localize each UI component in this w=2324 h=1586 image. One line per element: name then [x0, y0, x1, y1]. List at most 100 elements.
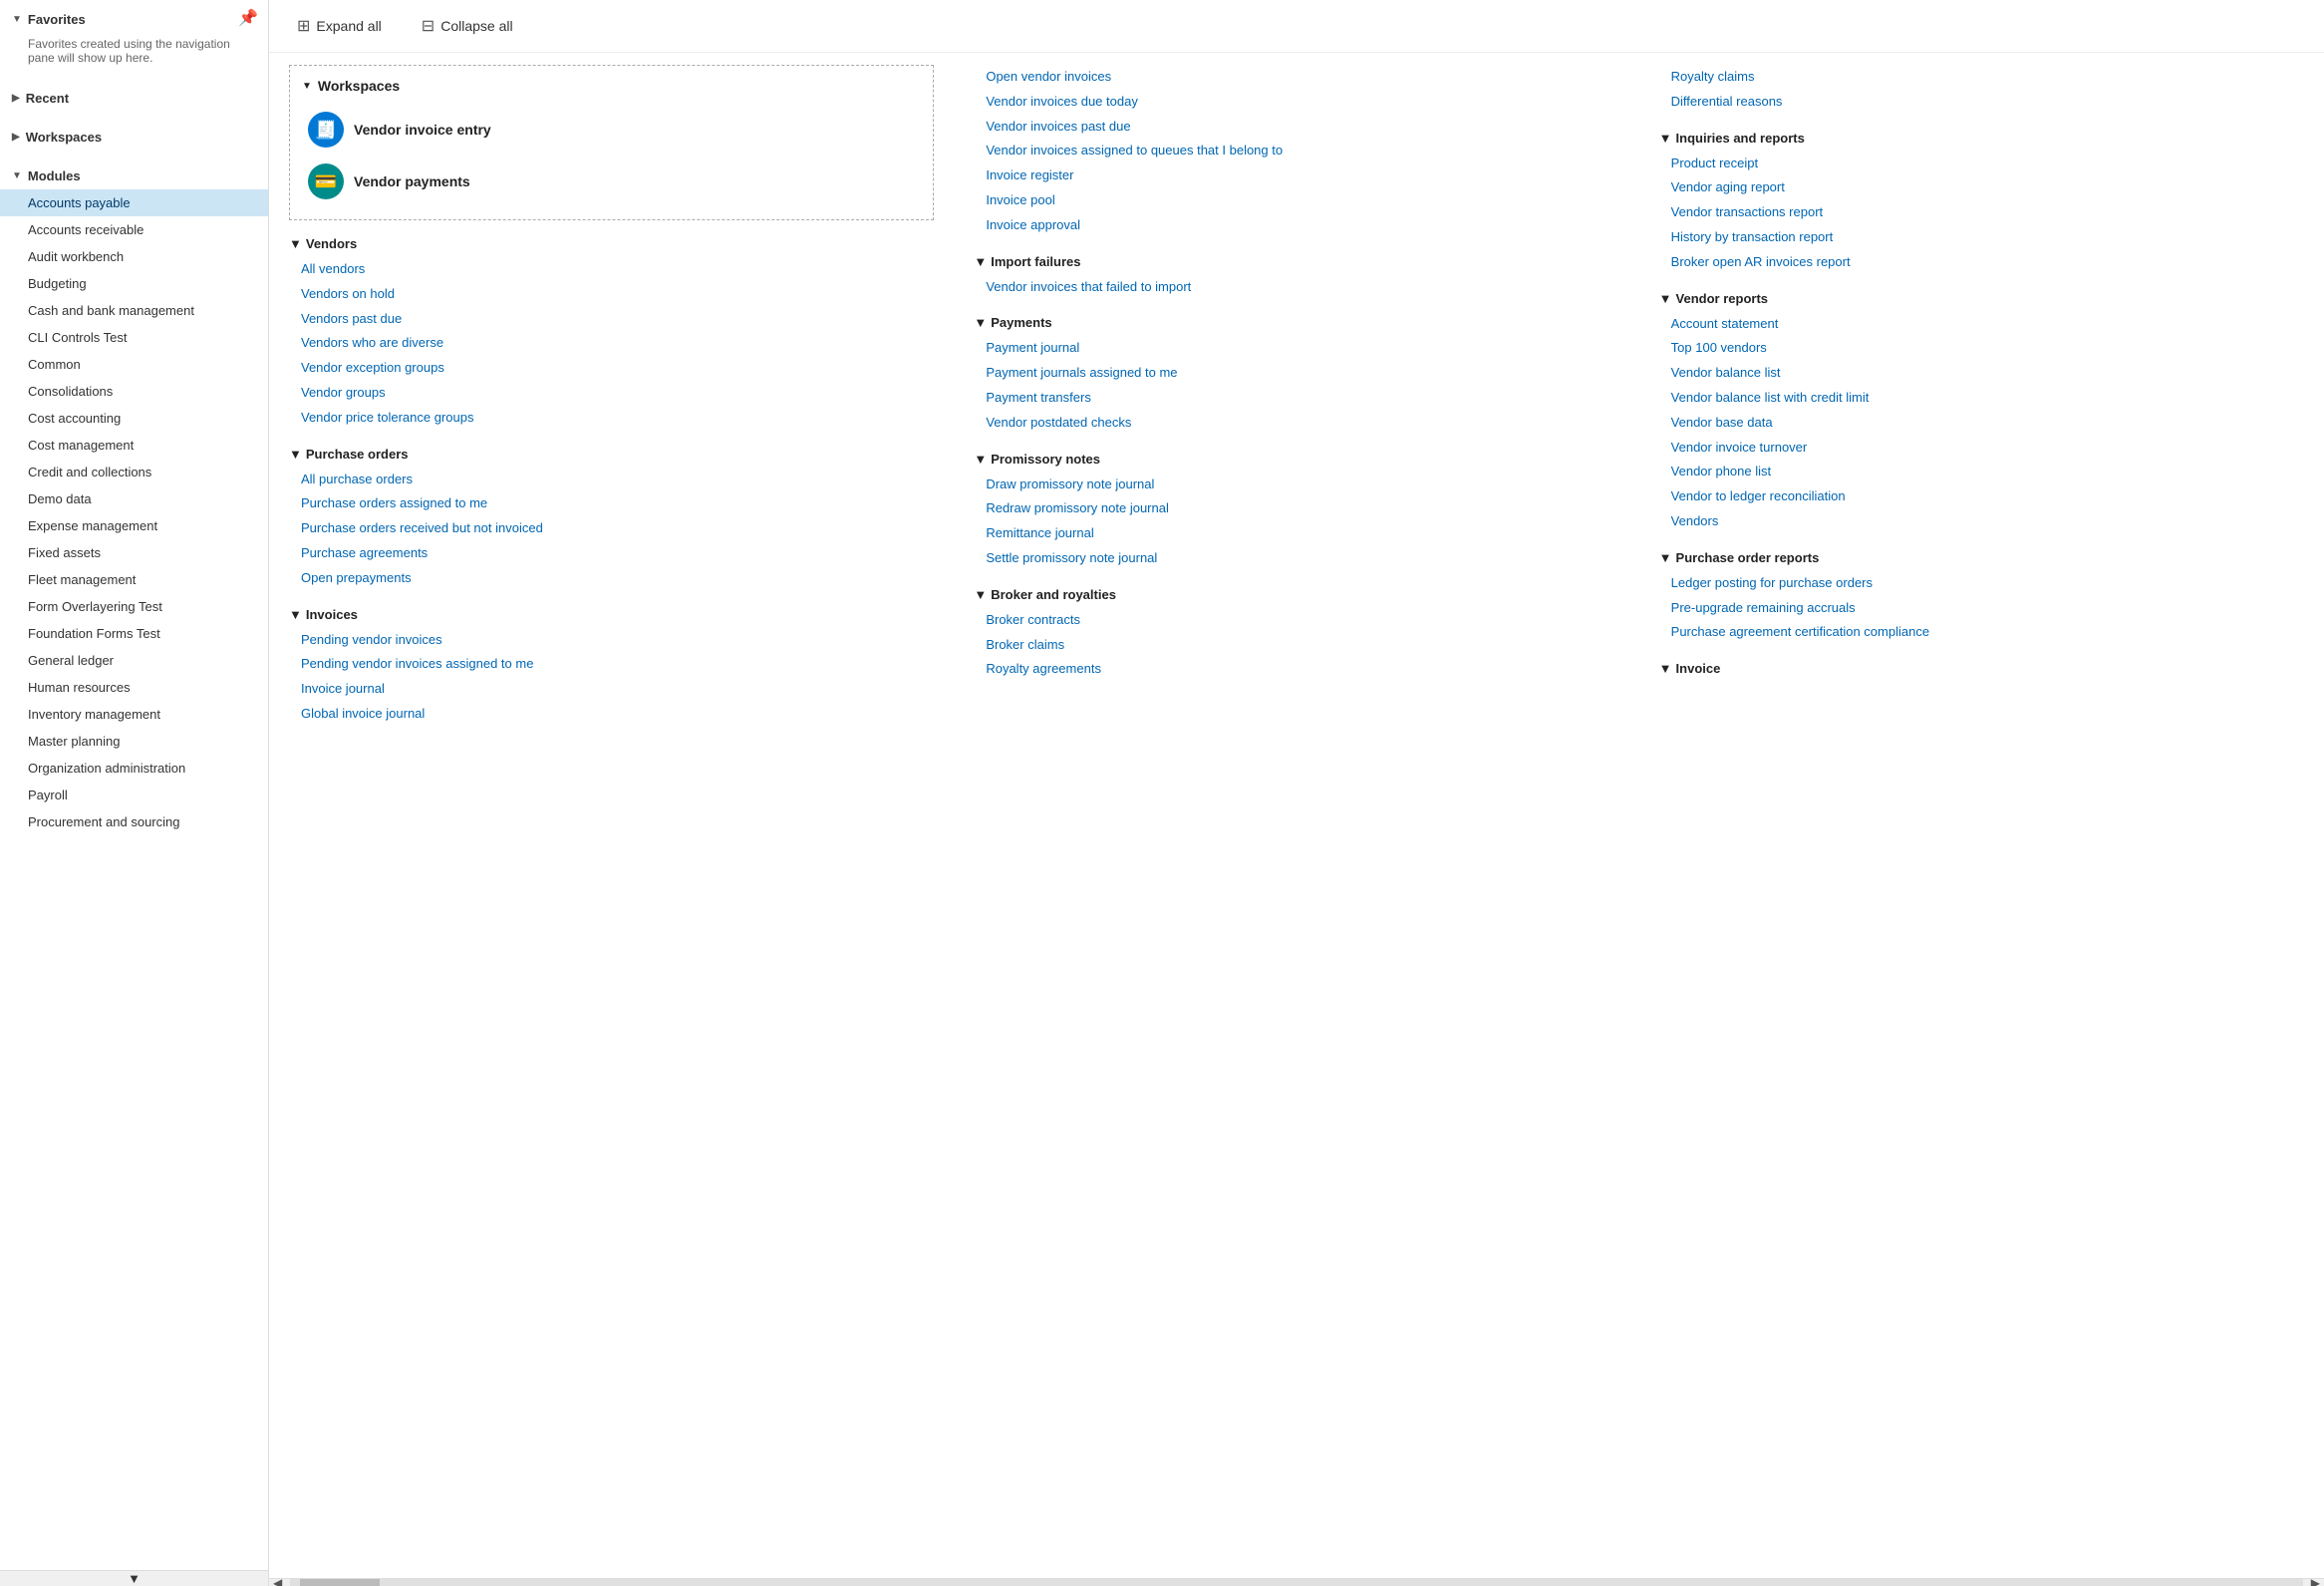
- nav-link-pending-vendor-invoices[interactable]: Pending vendor invoices: [289, 628, 934, 653]
- nav-link-royalty-agreements[interactable]: Royalty agreements: [974, 657, 1618, 682]
- sidebar-item-cash-bank[interactable]: Cash and bank management: [0, 297, 268, 324]
- sidebar-scroll-arrow-down[interactable]: ▼: [0, 1570, 268, 1586]
- nav-link-purchase-orders-assigned-to-me[interactable]: Purchase orders assigned to me: [289, 491, 934, 516]
- workspace-item-vendor-invoice-entry[interactable]: 🧾 Vendor invoice entry: [302, 104, 921, 156]
- nav-link-settle-promissory-note-journal[interactable]: Settle promissory note journal: [974, 546, 1618, 571]
- sidebar-item-accounts-receivable[interactable]: Accounts receivable: [0, 216, 268, 243]
- sidebar-item-org-admin[interactable]: Organization administration: [0, 755, 268, 782]
- nav-link-all-purchase-orders[interactable]: All purchase orders: [289, 468, 934, 492]
- nav-link-broker-contracts[interactable]: Broker contracts: [974, 608, 1618, 633]
- nav-link-payment-transfers[interactable]: Payment transfers: [974, 386, 1618, 411]
- nav-link-vendor-invoices-that-failed-to-import[interactable]: Vendor invoices that failed to import: [974, 275, 1618, 300]
- nav-link-open-vendor-invoices[interactable]: Open vendor invoices: [974, 65, 1618, 90]
- collapse-all-button[interactable]: ⊟ Collapse all: [414, 12, 521, 40]
- nav-link-vendor-balance-list[interactable]: Vendor balance list: [1659, 361, 2304, 386]
- nav-link-vendor-invoices-due-today[interactable]: Vendor invoices due today: [974, 90, 1618, 115]
- nav-link-invoice-register[interactable]: Invoice register: [974, 163, 1618, 188]
- sidebar-item-demo-data[interactable]: Demo data: [0, 485, 268, 512]
- nav-link-vendor-invoice-turnover[interactable]: Vendor invoice turnover: [1659, 436, 2304, 461]
- nav-link-vendors-past-due[interactable]: Vendors past due: [289, 307, 934, 332]
- sidebar-item-form-overlayering[interactable]: Form Overlayering Test: [0, 593, 268, 620]
- nav-link-vendor-groups[interactable]: Vendor groups: [289, 381, 934, 406]
- scrollbar-track: [290, 1579, 2303, 1586]
- nav-link-vendors-on-hold[interactable]: Vendors on hold: [289, 282, 934, 307]
- vendor-reports-tri: ▼: [1659, 291, 1672, 306]
- sidebar-item-cost-accounting[interactable]: Cost accounting: [0, 405, 268, 432]
- sidebar-modules-header[interactable]: ▼ Modules: [0, 162, 268, 189]
- sidebar-item-payroll[interactable]: Payroll: [0, 782, 268, 808]
- nav-link-vendor-exception-groups[interactable]: Vendor exception groups: [289, 356, 934, 381]
- nav-link-vendors-who-are-diverse[interactable]: Vendors who are diverse: [289, 331, 934, 356]
- nav-link-broker-open-ar-invoices-report[interactable]: Broker open AR invoices report: [1659, 250, 2304, 275]
- workspace-item-vendor-payments[interactable]: 💳 Vendor payments: [302, 156, 921, 207]
- nav-link-global-invoice-journal[interactable]: Global invoice journal: [289, 702, 934, 727]
- sidebar-item-inventory-management[interactable]: Inventory management: [0, 701, 268, 728]
- sidebar-item-procurement[interactable]: Procurement and sourcing: [0, 808, 268, 835]
- sidebar-item-credit-collections[interactable]: Credit and collections: [0, 459, 268, 485]
- sidebar-item-consolidations[interactable]: Consolidations: [0, 378, 268, 405]
- nav-link-pending-vendor-invoices-assigned-to-me[interactable]: Pending vendor invoices assigned to me: [289, 652, 934, 677]
- sidebar-item-general-ledger[interactable]: General ledger: [0, 647, 268, 674]
- nav-link-invoice-pool[interactable]: Invoice pool: [974, 188, 1618, 213]
- nav-link-remittance-journal[interactable]: Remittance journal: [974, 521, 1618, 546]
- sidebar-favorites-header[interactable]: ▼ Favorites: [0, 6, 268, 33]
- nav-link-purchase-agreement-certification-compliance[interactable]: Purchase agreement certification complia…: [1659, 620, 2304, 645]
- scroll-left-arrow[interactable]: ◀: [269, 1576, 286, 1586]
- nav-link-top-100-vendors[interactable]: Top 100 vendors: [1659, 336, 2304, 361]
- nav-link-ledger-posting-for-purchase-orders[interactable]: Ledger posting for purchase orders: [1659, 571, 2304, 596]
- nav-link-payment-journal[interactable]: Payment journal: [974, 336, 1618, 361]
- payments-links: Payment journalPayment journals assigned…: [974, 336, 1618, 435]
- sidebar-item-master-planning[interactable]: Master planning: [0, 728, 268, 755]
- nav-link-vendors[interactable]: Vendors: [1659, 509, 2304, 534]
- nav-link-history-by-transaction-report[interactable]: History by transaction report: [1659, 225, 2304, 250]
- nav-link-pre-upgrade-remaining-accruals[interactable]: Pre-upgrade remaining accruals: [1659, 596, 2304, 621]
- vendors-header: ▼ Vendors: [289, 236, 934, 251]
- pin-icon[interactable]: 📌: [238, 8, 258, 28]
- promissory-notes-links: Draw promissory note journalRedraw promi…: [974, 473, 1618, 571]
- nav-link-vendor-base-data[interactable]: Vendor base data: [1659, 411, 2304, 436]
- nav-link-draw-promissory-note-journal[interactable]: Draw promissory note journal: [974, 473, 1618, 497]
- nav-link-broker-claims[interactable]: Broker claims: [974, 633, 1618, 658]
- nav-link-vendor-aging-report[interactable]: Vendor aging report: [1659, 175, 2304, 200]
- nav-link-all-vendors[interactable]: All vendors: [289, 257, 934, 282]
- sidebar-workspaces-header[interactable]: ▶ Workspaces: [0, 124, 268, 151]
- nav-link-product-receipt[interactable]: Product receipt: [1659, 152, 2304, 176]
- nav-link-vendor-price-tolerance-groups[interactable]: Vendor price tolerance groups: [289, 406, 934, 431]
- nav-link-vendor-invoices-past-due[interactable]: Vendor invoices past due: [974, 115, 1618, 140]
- nav-link-redraw-promissory-note-journal[interactable]: Redraw promissory note journal: [974, 496, 1618, 521]
- nav-link-purchase-orders-received-but-not-invoiced[interactable]: Purchase orders received but not invoice…: [289, 516, 934, 541]
- nav-link-royalty-claims[interactable]: Royalty claims: [1659, 65, 2304, 90]
- bottom-scrollbar[interactable]: ◀ ▶: [269, 1578, 2324, 1586]
- nav-link-vendor-transactions-report[interactable]: Vendor transactions report: [1659, 200, 2304, 225]
- sidebar-item-accounts-payable[interactable]: Accounts payable: [0, 189, 268, 216]
- scroll-right-arrow[interactable]: ▶: [2307, 1576, 2324, 1586]
- nav-link-differential-reasons[interactable]: Differential reasons: [1659, 90, 2304, 115]
- sidebar-item-expense-management[interactable]: Expense management: [0, 512, 268, 539]
- nav-link-payment-journals-assigned-to-me[interactable]: Payment journals assigned to me: [974, 361, 1618, 386]
- nav-link-invoice-approval[interactable]: Invoice approval: [974, 213, 1618, 238]
- sidebar-item-human-resources[interactable]: Human resources: [0, 674, 268, 701]
- scrollbar-thumb[interactable]: [300, 1579, 380, 1586]
- expand-all-button[interactable]: ⊞ Expand all: [289, 12, 390, 40]
- nav-link-vendor-invoices-assigned-to-queues-that-i-belong-to[interactable]: Vendor invoices assigned to queues that …: [974, 139, 1618, 163]
- sidebar-recent-header[interactable]: ▶ Recent: [0, 85, 268, 112]
- sidebar-item-budgeting[interactable]: Budgeting: [0, 270, 268, 297]
- vendor-reports-title: Vendor reports: [1676, 291, 1768, 306]
- sidebar-item-fixed-assets[interactable]: Fixed assets: [0, 539, 268, 566]
- main-content: ⊞ Expand all ⊟ Collapse all ▼ Workspaces…: [269, 0, 2324, 1586]
- nav-link-purchase-agreements[interactable]: Purchase agreements: [289, 541, 934, 566]
- nav-link-open-prepayments[interactable]: Open prepayments: [289, 566, 934, 591]
- sidebar-item-foundation-forms[interactable]: Foundation Forms Test: [0, 620, 268, 647]
- nav-link-vendor-phone-list[interactable]: Vendor phone list: [1659, 460, 2304, 484]
- nav-link-vendor-balance-list-with-credit-limit[interactable]: Vendor balance list with credit limit: [1659, 386, 2304, 411]
- sidebar-item-cost-management[interactable]: Cost management: [0, 432, 268, 459]
- sidebar-item-cli-controls[interactable]: CLI Controls Test: [0, 324, 268, 351]
- nav-link-vendor-to-ledger-reconciliation[interactable]: Vendor to ledger reconciliation: [1659, 484, 2304, 509]
- sidebar-item-audit-workbench[interactable]: Audit workbench: [0, 243, 268, 270]
- nav-link-invoice-journal[interactable]: Invoice journal: [289, 677, 934, 702]
- sidebar-item-fleet-management[interactable]: Fleet management: [0, 566, 268, 593]
- broker-royalties-header: ▼ Broker and royalties: [974, 587, 1618, 602]
- sidebar-item-common[interactable]: Common: [0, 351, 268, 378]
- nav-link-vendor-postdated-checks[interactable]: Vendor postdated checks: [974, 411, 1618, 436]
- nav-link-account-statement[interactable]: Account statement: [1659, 312, 2304, 337]
